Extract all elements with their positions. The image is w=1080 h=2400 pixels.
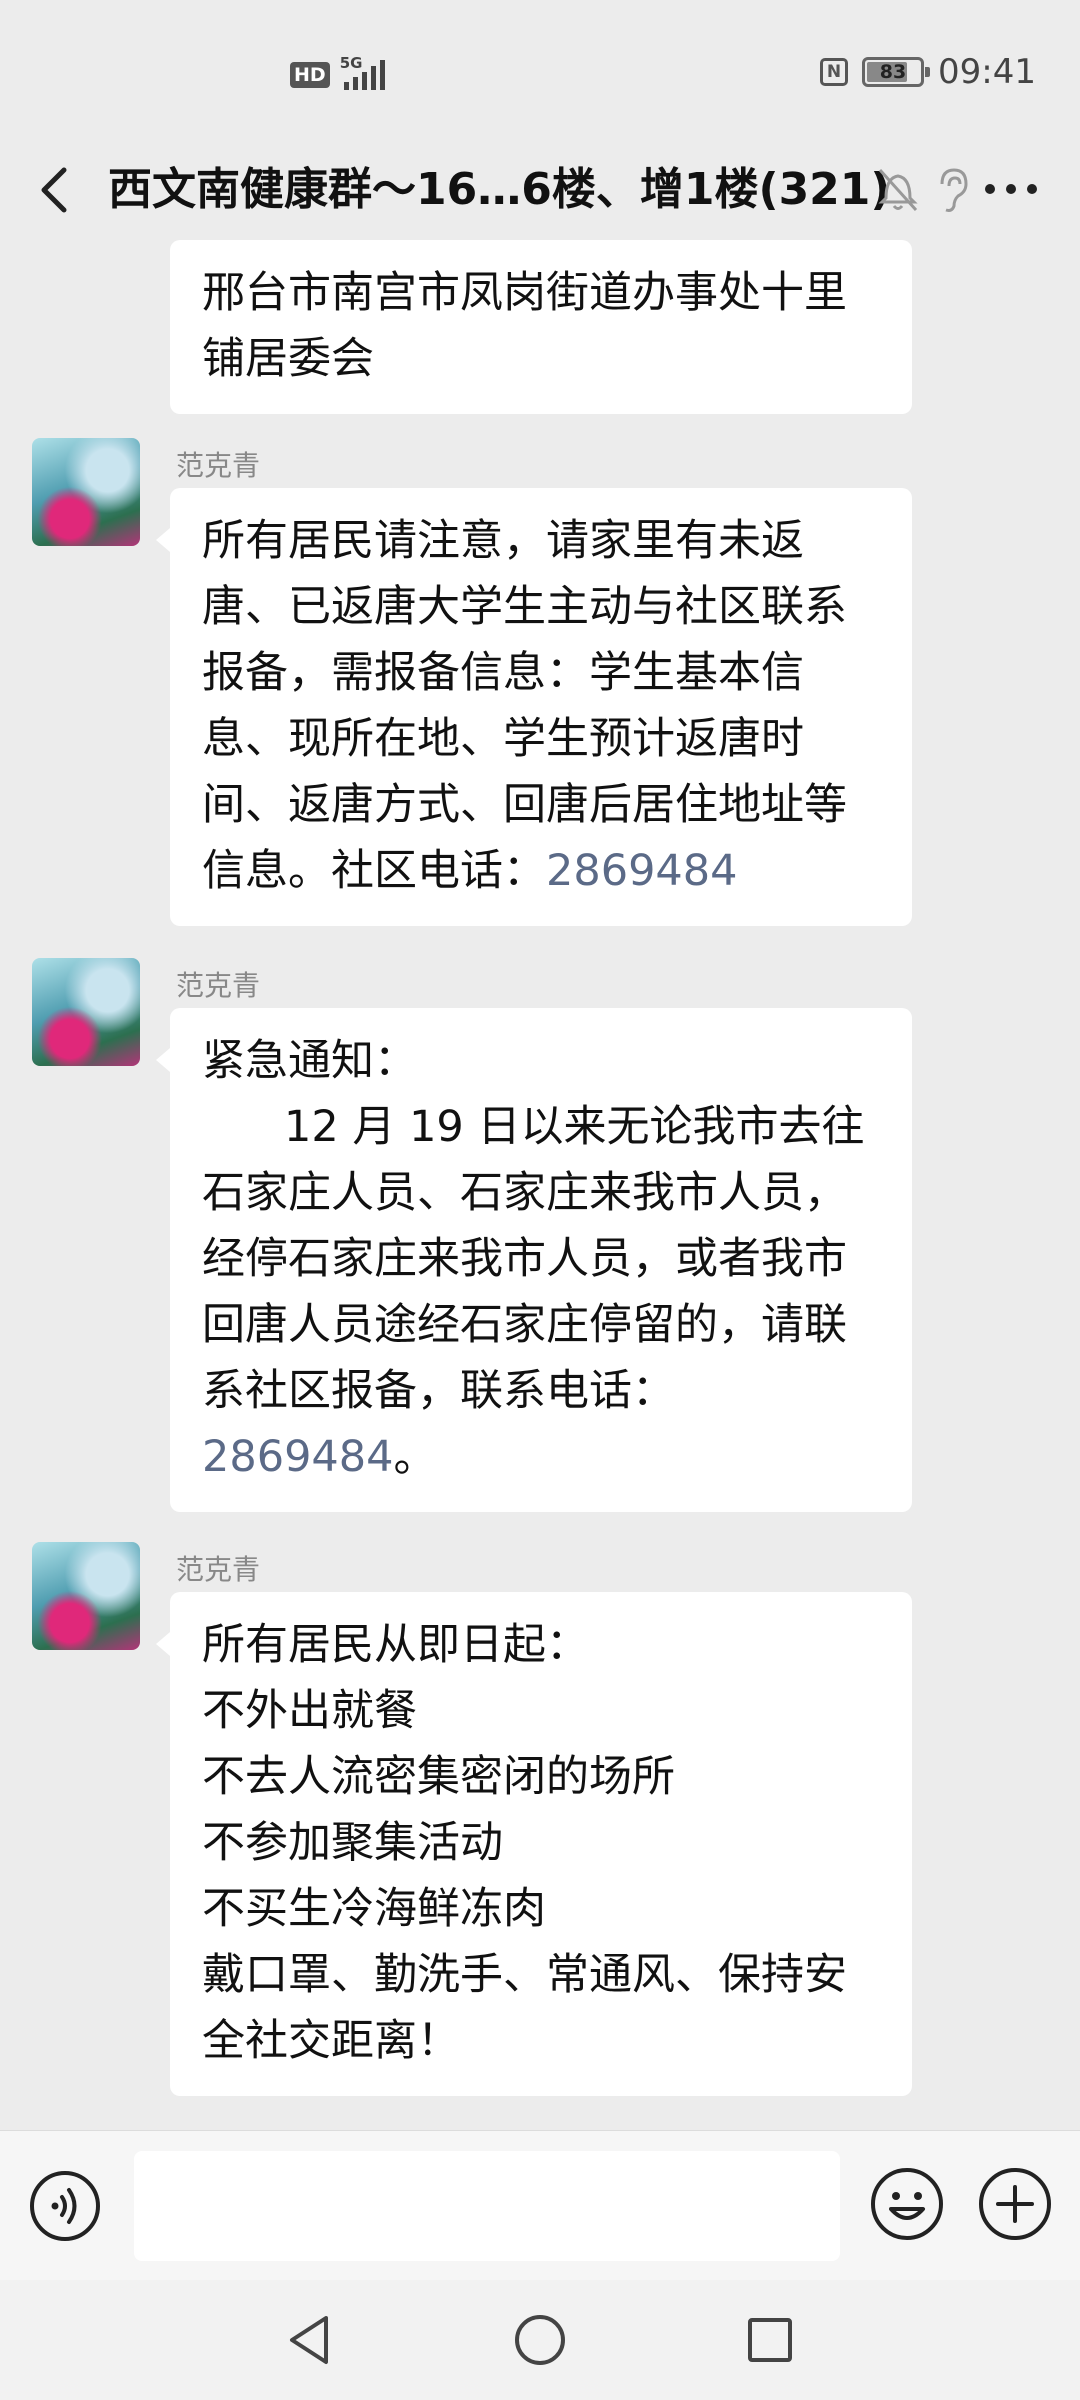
nav-recents-icon[interactable] — [742, 2312, 798, 2372]
message-bubble[interactable]: 邢台市南宫市凤岗街道办事处十里 铺居委会 — [170, 240, 912, 414]
nav-home-icon[interactable] — [510, 2310, 570, 2374]
voice-icon[interactable] — [28, 2169, 102, 2243]
chat-screen: HD 5G N 83 09:41 西文南健康群～16…6楼、增1楼(321) 邢… — [0, 0, 1080, 2400]
emoji-icon[interactable] — [868, 2165, 946, 2243]
input-bar — [0, 2130, 1080, 2281]
message-text: 邢台市南宫市凤岗街道办事处十里 铺居委会 — [202, 268, 847, 384]
message-text: 所有居民从即日起： 不外出就餐 不去人流密集密闭的场所 不参加聚集活动 不买生冷… — [202, 1620, 847, 2066]
back-arrow-icon[interactable] — [24, 158, 84, 222]
avatar[interactable] — [32, 438, 140, 546]
message-bubble[interactable]: 紧急通知： 12 月 19 日以来无论我市去往 石家庄人员、石家庄来我市人员， … — [156, 1008, 912, 1512]
signal-icon: 5G — [340, 54, 396, 92]
clock: 09:41 — [938, 52, 1036, 92]
system-indicators: N 83 09:41 — [820, 52, 1036, 92]
plus-icon[interactable] — [976, 2165, 1054, 2243]
avatar[interactable] — [32, 1542, 140, 1650]
nav-back-icon[interactable] — [282, 2310, 338, 2374]
message-bubble[interactable]: 所有居民从即日起： 不外出就餐 不去人流密集密闭的场所 不参加聚集活动 不买生冷… — [156, 1592, 912, 2096]
message-suffix: 。 — [393, 1432, 437, 1482]
battery-icon: 83 — [862, 57, 931, 87]
message-bubble[interactable]: 所有居民请注意，请家里有未返 唐、已返唐大学生主动与社区联系 报备，需报备信息：… — [156, 488, 912, 926]
ear-icon — [934, 164, 970, 218]
message-text: 紧急通知： 12 月 19 日以来无论我市去往 石家庄人员、石家庄来我市人员， … — [202, 1036, 865, 1416]
more-icon[interactable] — [978, 174, 1048, 208]
battery-level: 83 — [879, 61, 907, 83]
sender-name: 范克青 — [176, 449, 261, 482]
sender-name: 范克青 — [176, 969, 261, 1002]
phone-link[interactable]: 2869484 — [546, 846, 738, 896]
avatar[interactable] — [32, 958, 140, 1066]
nfc-icon: N — [820, 58, 849, 86]
phone-link[interactable]: 2869484 — [202, 1432, 394, 1482]
hd-icon: HD — [290, 62, 330, 88]
status-bar: HD 5G N 83 09:41 — [0, 0, 1080, 150]
navigation-bar — [0, 2280, 1080, 2400]
network-indicators: HD 5G — [290, 54, 396, 92]
mute-bell-icon — [876, 164, 920, 218]
title-bar: 西文南健康群～16…6楼、增1楼(321) — [0, 150, 1080, 230]
chat-title[interactable]: 西文南健康群～16…6楼、增1楼(321) — [108, 160, 891, 220]
sender-name: 范克青 — [176, 1553, 261, 1586]
message-input[interactable] — [134, 2151, 840, 2261]
message-text: 所有居民请注意，请家里有未返 唐、已返唐大学生主动与社区联系 报备，需报备信息：… — [202, 516, 847, 896]
